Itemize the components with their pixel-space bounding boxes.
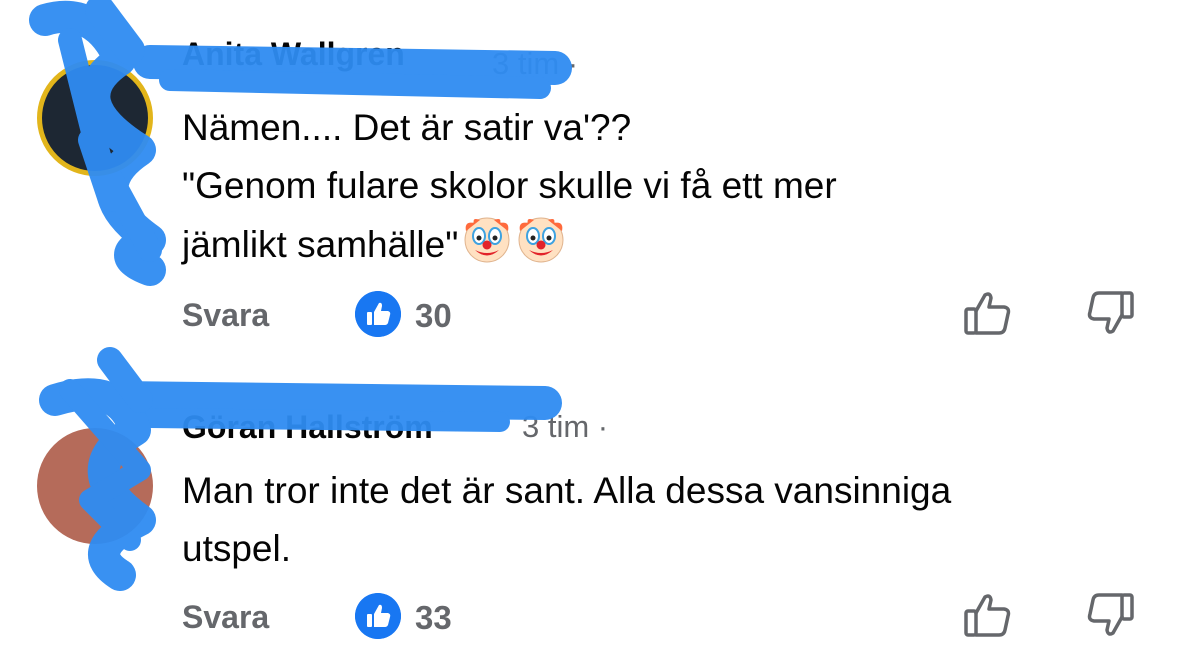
thumbs-down-outline-icon[interactable] [1082,587,1138,643]
comment-body: Nämen.... Det är satir va'?? "Genom fula… [182,99,1082,274]
avatar[interactable] [37,428,153,544]
reaction-count[interactable]: 30 [415,297,452,335]
comment-timestamp[interactable]: 3 tim · [522,409,608,445]
thumbs-up-filled-icon [355,593,401,639]
comment-actions: Svara 33 [0,587,1179,647]
comment-author[interactable]: Göran Hallström [182,409,433,446]
comment-line: utspel. [182,528,292,569]
reply-button[interactable]: Svara [182,599,269,636]
comment-2: Göran Hallström 3 tim · Man tror inte de… [0,345,1179,661]
comment-line: "Genom fulare skolor skulle vi få ett me… [182,165,837,206]
reaction-count[interactable]: 33 [415,599,452,637]
thumbs-down-outline-icon[interactable] [1082,285,1138,341]
comment-body: Man tror inte det är sant. Alla dessa va… [182,462,1172,578]
avatar[interactable] [37,60,153,176]
clown-face-emoji [518,217,564,263]
comment-line: jämlikt samhälle" [182,224,459,265]
thumbs-up-outline-icon[interactable] [960,285,1016,341]
comment-line: Nämen.... Det är satir va'?? [182,107,632,148]
comment-timestamp[interactable]: 3 tim · [492,46,578,82]
comment-author[interactable]: Anita Wallgren [182,36,405,73]
reply-button[interactable]: Svara [182,297,269,334]
clown-face-emoji [464,217,510,263]
comment-actions: Svara 30 [0,285,1179,345]
comment-line: Man tror inte det är sant. Alla dessa va… [182,470,952,511]
comment-1: Anita Wallgren 3 tim · Nämen.... Det är … [0,0,1179,345]
thumbs-up-filled-icon [355,291,401,337]
thumbs-up-outline-icon[interactable] [960,587,1016,643]
